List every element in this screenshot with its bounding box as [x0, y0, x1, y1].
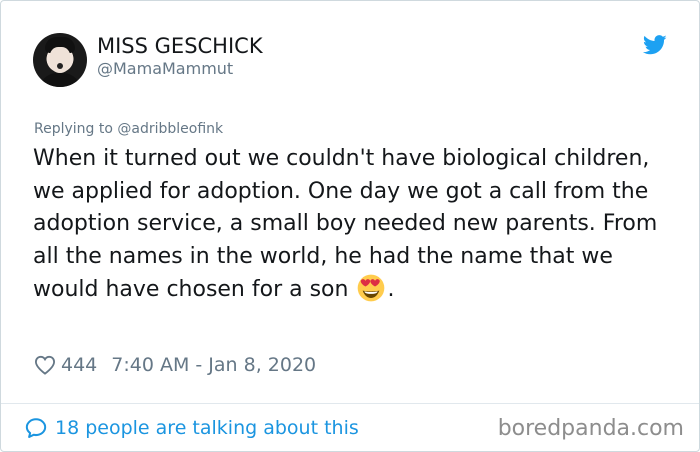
tweet-card: MISS GESCHICK @MamaMammut Replying to @a… [0, 0, 700, 452]
user-handle[interactable]: @MamaMammut [97, 59, 233, 79]
avatar[interactable] [33, 33, 87, 87]
watermark: boredpanda.com [497, 416, 684, 441]
display-name[interactable]: MISS GESCHICK [97, 33, 263, 59]
avatar-shirt [39, 73, 81, 87]
like-count: 444 [61, 354, 98, 376]
tweet-body: When it turned out we couldn't have biol… [33, 143, 673, 307]
divider [1, 403, 699, 404]
tweet-text: When it turned out we couldn't have biol… [33, 146, 658, 302]
avatar-face [50, 47, 70, 73]
tweet-meta: 444 7:40 AM - Jan 8, 2020 [34, 353, 316, 377]
replying-to-label: Replying to [34, 121, 113, 137]
talking-about-link[interactable]: 18 people are talking about this [25, 415, 359, 441]
heart-eyes-emoji-icon [358, 274, 385, 302]
avatar-mouth [57, 63, 63, 69]
replying-to-line: Replying to @adribbleofink [34, 120, 223, 138]
twitter-bird-icon[interactable] [643, 35, 667, 55]
replying-to-handle[interactable]: @adribbleofink [117, 121, 223, 137]
speech-bubble-icon [25, 418, 47, 438]
talking-about-text: 18 people are talking about this [55, 417, 359, 439]
tweet-timestamp[interactable]: 7:40 AM - Jan 8, 2020 [111, 354, 316, 376]
tweet-text-end: . [387, 277, 395, 302]
heart-outline-icon[interactable] [34, 355, 56, 375]
